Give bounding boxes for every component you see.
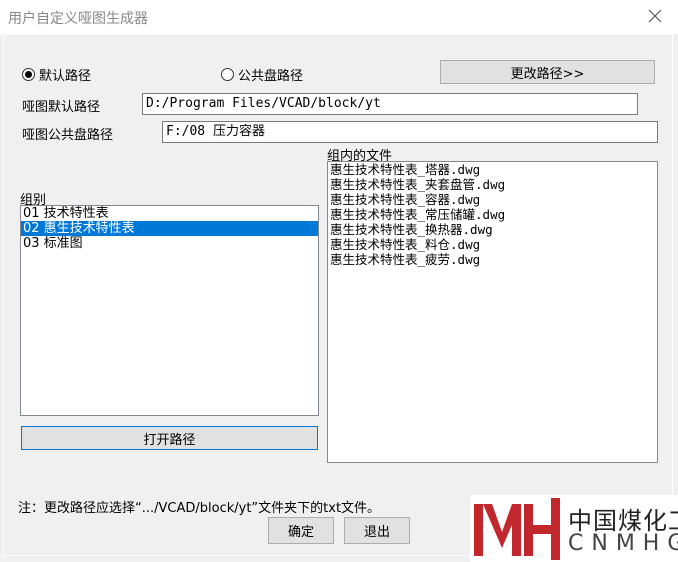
group-list-item[interactable]: 03 标准图 — [21, 236, 318, 251]
group-list-item[interactable]: 02 惠生技术特性表 — [21, 221, 318, 236]
file-list-item[interactable]: 惠生技术特性表_换热器.dwg — [328, 222, 657, 237]
file-list-item[interactable]: 惠生技术特性表_容器.dwg — [328, 192, 657, 207]
public-path-label: 哑图公共盘路径 — [22, 128, 114, 143]
close-button[interactable] — [640, 2, 670, 30]
title-bar: 用户自定义哑图生成器 — [0, 0, 678, 34]
groups-list[interactable]: 01 技术特性表 02 惠生技术特性表 03 标准图 — [20, 205, 319, 416]
window-title: 用户自定义哑图生成器 — [8, 11, 148, 27]
change-path-button[interactable]: 更改路径>> — [440, 60, 655, 84]
radio-default-path[interactable]: 默认路径 — [22, 65, 91, 84]
mh-logo-icon — [474, 498, 560, 560]
ok-button[interactable]: 确定 — [268, 517, 334, 544]
exit-button[interactable]: 退出 — [344, 517, 410, 544]
open-path-button[interactable]: 打开路径 — [21, 426, 318, 450]
watermark-en-text: CNMHG — [568, 531, 678, 556]
watermark-logo: 中国煤化工 CNMHG — [470, 495, 678, 562]
close-icon — [648, 9, 662, 23]
file-list-item[interactable]: 惠生技术特性表_疲劳.dwg — [328, 252, 657, 267]
radio-public-path[interactable]: 公共盘路径 — [221, 65, 303, 84]
file-list-item[interactable]: 惠生技术特性表_夹套盘管.dwg — [328, 177, 657, 192]
files-list[interactable]: 惠生技术特性表_塔器.dwg 惠生技术特性表_夹套盘管.dwg 惠生技术特性表_容器… — [327, 161, 658, 463]
file-list-item[interactable]: 惠生技术特性表_塔器.dwg — [328, 162, 657, 177]
default-path-field[interactable]: D:/Program Files/VCAD/block/yt — [142, 93, 638, 115]
public-path-field[interactable]: F:/08 压力容器 — [162, 121, 658, 143]
radio-public-label: 公共盘路径 — [238, 69, 304, 84]
file-list-item[interactable]: 惠生技术特性表_料仓.dwg — [328, 237, 657, 252]
file-list-item[interactable]: 惠生技术特性表_常压储罐.dwg — [328, 207, 657, 222]
radio-default-indicator[interactable] — [22, 68, 35, 81]
group-list-item[interactable]: 01 技术特性表 — [21, 206, 318, 221]
default-path-label: 哑图默认路径 — [22, 100, 101, 115]
path-note: 注：更改路径应选择“.../VCAD/block/yt”文件夹下的txt文件。 — [18, 501, 381, 516]
radio-public-indicator[interactable] — [221, 68, 234, 81]
radio-default-label: 默认路径 — [39, 69, 92, 84]
